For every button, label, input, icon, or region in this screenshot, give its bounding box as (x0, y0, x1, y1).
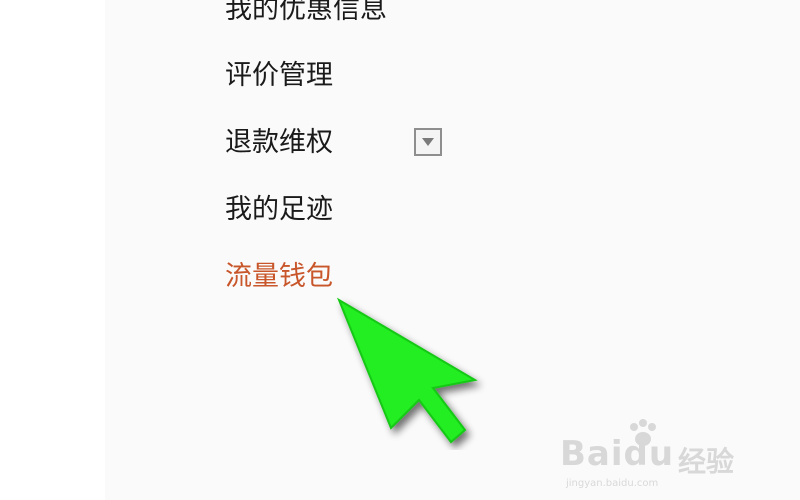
menu-item-refund-rights[interactable]: 退款维权 (225, 125, 333, 161)
menu-item-my-footprints[interactable]: 我的足迹 (225, 192, 333, 228)
watermark-url: jingyan.baidu.com (566, 478, 659, 489)
pointer-arrow-icon (336, 297, 478, 444)
baidu-watermark: Baidu 经验 jingyan.baidu.com (560, 419, 760, 490)
triangle-down-icon (422, 138, 434, 146)
refund-dropdown-button[interactable] (414, 128, 442, 156)
screenshot-stage: 我的优惠信息 评价管理 退款维权 我的足迹 流量钱包 Baidu 经验 jing… (0, 0, 800, 500)
watermark-cn: 经验 (678, 445, 735, 478)
menu-item-review-management[interactable]: 评价管理 (225, 58, 333, 94)
watermark-brand: Baidu (560, 434, 675, 474)
menu-item-traffic-wallet[interactable]: 流量钱包 (225, 259, 333, 295)
menu-item-my-coupons[interactable]: 我的优惠信息 (225, 0, 387, 28)
left-blank-strip (0, 0, 105, 500)
